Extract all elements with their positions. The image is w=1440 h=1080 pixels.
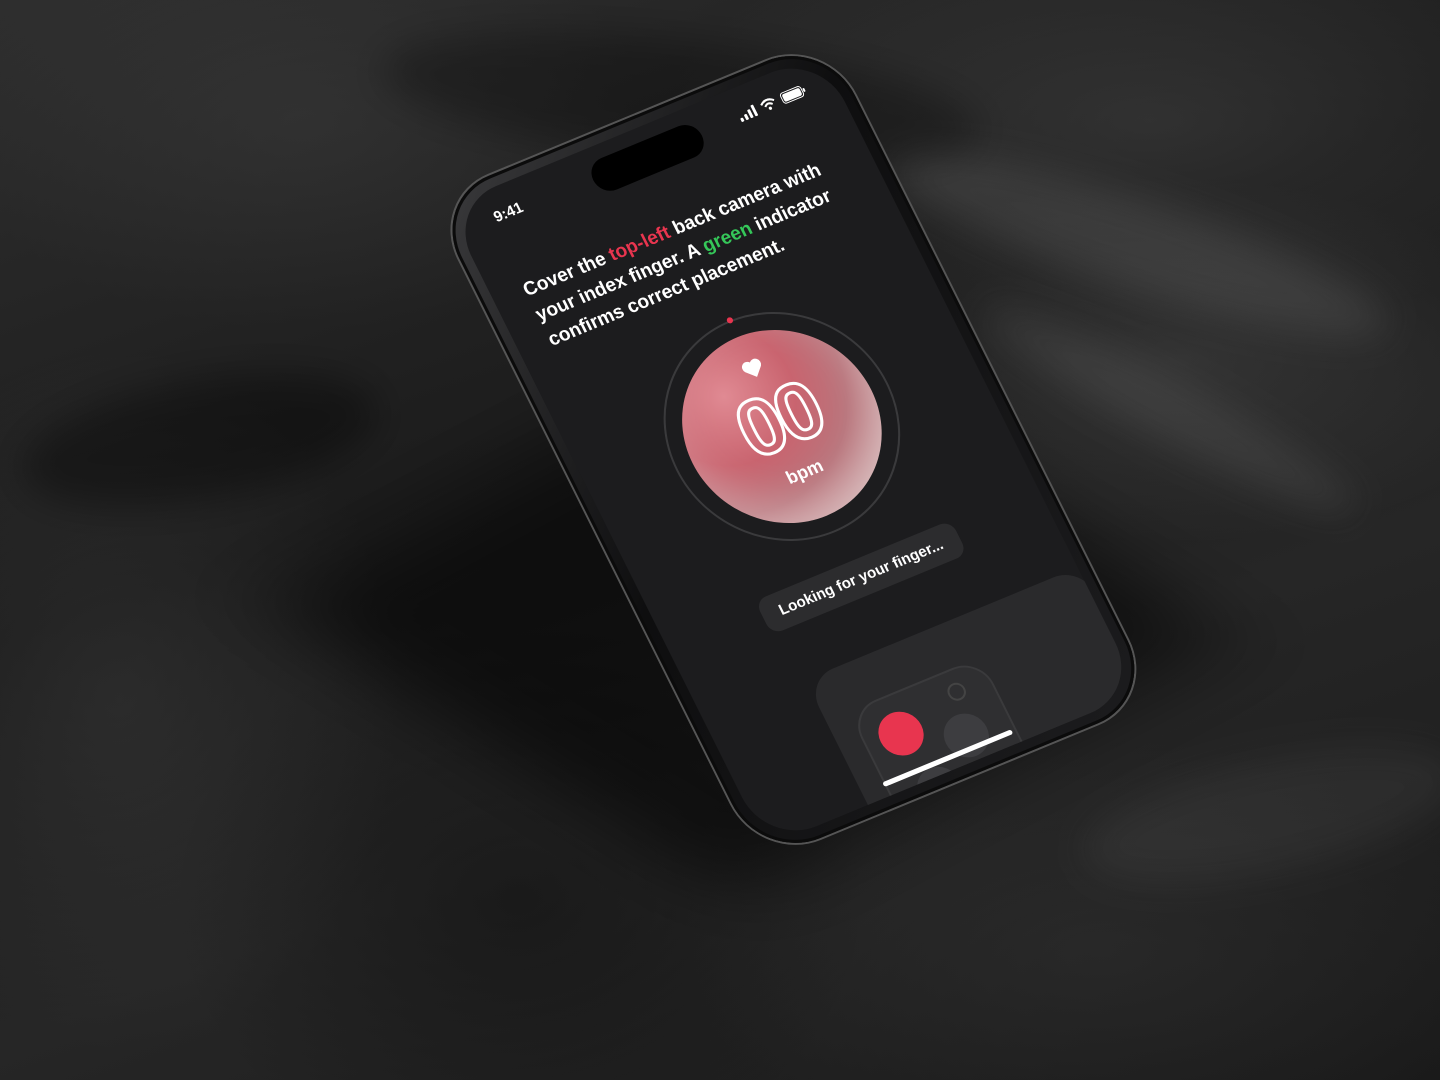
textured-background: 9:41 Cover the top-left back camera with… [0,0,1440,1080]
camera-lens-top-left-active [870,705,932,763]
status-icons [736,84,808,122]
camera-guide-card [805,565,1141,847]
phone-mockup: 9:41 Cover the top-left back camera with… [0,0,1440,1080]
wifi-icon [760,98,775,110]
battery-icon [779,86,806,104]
heart-rate-orb: 00 bpm [648,300,916,553]
status-time: 9:41 [490,199,527,227]
flash-icon [944,680,970,704]
heart-rate-gauge: 00 bpm [623,277,941,576]
signal-icon [740,104,759,122]
